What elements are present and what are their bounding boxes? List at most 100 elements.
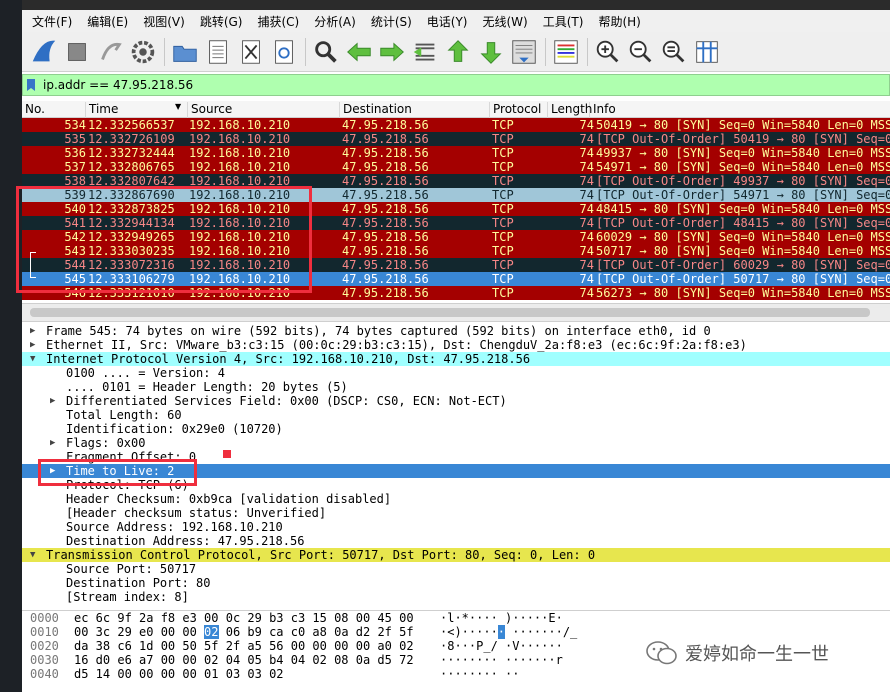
go-first-icon[interactable] (442, 36, 474, 68)
menu-item[interactable]: 捕获(C) (257, 13, 299, 30)
detail-tree-item[interactable]: ▶ Frame 545: 74 bytes on wire (592 bits),… (22, 324, 890, 338)
menu-item[interactable]: 分析(A) (314, 13, 356, 30)
detail-tree-item[interactable]: Header Checksum: 0xb9ca [validation disa… (22, 492, 890, 506)
table-row[interactable]: 536 12.332732444 192.168.10.210 47.95.218.5… (22, 146, 890, 160)
collapse-arrow-icon[interactable]: ▶ (50, 464, 55, 478)
detail-tree-item[interactable]: ▼ Transmission Control Protocol, Src Port… (22, 548, 890, 562)
bookmark-icon[interactable] (23, 75, 39, 95)
detail-tree-item[interactable]: Total Length: 60 (22, 408, 890, 422)
column-header-info[interactable]: Info (590, 102, 890, 118)
shark-fin-start-icon[interactable] (28, 36, 60, 68)
collapse-arrow-icon[interactable]: ▶ (30, 324, 35, 338)
menu-item[interactable]: 统计(S) (371, 13, 412, 30)
autoscroll-icon[interactable] (508, 36, 540, 68)
detail-tree-label: Fragment Offset: 0 (66, 450, 197, 464)
go-back-arrow-icon[interactable] (343, 36, 375, 68)
collapse-arrow-icon[interactable]: ▶ (50, 394, 55, 408)
column-header-source[interactable]: Source (188, 102, 340, 118)
detail-tree-item[interactable]: Source Port: 50717 (22, 562, 890, 576)
table-row[interactable]: 545 12.333106279 192.168.10.210 47.95.218.5… (22, 272, 890, 286)
hex-selected-byte: 02 (204, 625, 219, 639)
hex-row[interactable]: 0010 00 3c 29 e0 00 00 02 06 b9 ca c0 a8 … (22, 625, 890, 639)
menu-item[interactable]: 视图(V) (143, 13, 185, 30)
detail-tree-item[interactable]: Fragment Offset: 0 (22, 450, 890, 464)
go-last-icon[interactable] (475, 36, 507, 68)
packet-source: 192.168.10.210 (189, 132, 291, 146)
go-forward-arrow-icon[interactable] (376, 36, 408, 68)
zoom-normal-icon[interactable] (658, 36, 690, 68)
table-row[interactable]: 540 12.332873825 192.168.10.210 47.95.218.5… (22, 202, 890, 216)
resize-columns-icon[interactable] (691, 36, 723, 68)
zoom-in-icon[interactable] (592, 36, 624, 68)
scrollbar-thumb[interactable] (30, 308, 870, 317)
restart-icon[interactable] (94, 36, 126, 68)
table-row[interactable]: 537 12.332806765 192.168.10.210 47.95.218.5… (22, 160, 890, 174)
packet-info: [TCP Out-Of-Order] 50717 → 80 [SYN] Seq=… (596, 272, 890, 286)
detail-tree-item[interactable]: [Header checksum status: Unverified] (22, 506, 890, 520)
close-file-icon[interactable] (235, 36, 267, 68)
table-row[interactable]: 546 12.333121010 192.168.10.210 47.95.218.5… (22, 286, 890, 300)
detail-tree-item[interactable]: Destination Port: 80 (22, 576, 890, 590)
packet-number: 539 (64, 188, 86, 202)
table-row[interactable]: 539 12.332867690 192.168.10.210 47.95.218.5… (22, 188, 890, 202)
packet-length: 74 (579, 272, 594, 286)
detail-tree-item[interactable]: ▶ Flags: 0x00 (22, 436, 890, 450)
collapse-arrow-icon[interactable]: ▶ (50, 436, 55, 450)
detail-tree-item[interactable]: ▶ Differentiated Services Field: 0x00 (DS… (22, 394, 890, 408)
detail-tree-item[interactable]: ▼ Internet Protocol Version 4, Src: 192.1… (22, 352, 890, 366)
save-file-icon[interactable] (202, 36, 234, 68)
display-filter-input[interactable] (43, 78, 843, 92)
capture-options-gear-icon[interactable] (127, 36, 159, 68)
go-to-packet-icon[interactable] (409, 36, 441, 68)
detail-tree-item[interactable]: Protocol: TCP (6) (22, 478, 890, 492)
expand-arrow-icon[interactable]: ▼ (30, 548, 35, 562)
menu-item[interactable]: 文件(F) (32, 13, 72, 30)
detail-tree-item[interactable]: Destination Address: 47.95.218.56 (22, 534, 890, 548)
table-row[interactable]: 535 12.332726109 192.168.10.210 47.95.218.5… (22, 132, 890, 146)
column-header-time[interactable]: Time ▼ (86, 102, 188, 118)
collapse-arrow-icon[interactable]: ▶ (30, 338, 35, 352)
table-row[interactable]: 534 12.332566537 192.168.10.210 47.95.218.5… (22, 118, 890, 132)
stop-square-icon[interactable] (61, 36, 93, 68)
column-header-protocol[interactable]: Protocol (490, 102, 548, 118)
open-folder-icon[interactable] (169, 36, 201, 68)
menu-item[interactable]: 编辑(E) (87, 13, 128, 30)
find-magnifier-icon[interactable] (310, 36, 342, 68)
hex-row[interactable]: 0040 d5 14 00 00 00 00 01 03 03 02 ·······… (22, 667, 890, 681)
detail-tree-item[interactable]: ▶ Ethernet II, Src: VMware_b3:c3:15 (00:0… (22, 338, 890, 352)
table-row[interactable]: 543 12.333030235 192.168.10.210 47.95.218.5… (22, 244, 890, 258)
hex-row[interactable]: 0000 ec 6c 9f 2a f8 e3 00 0c 29 b3 c3 15 … (22, 611, 890, 625)
detail-tree-item[interactable]: ▶ Time to Live: 2 (22, 464, 890, 478)
detail-tree-label: Total Length: 60 (66, 408, 182, 422)
menu-item[interactable]: 无线(W) (483, 13, 528, 30)
menu-item[interactable]: 跳转(G) (200, 13, 243, 30)
packet-number: 542 (64, 230, 86, 244)
table-row[interactable]: 538 12.332807642 192.168.10.210 47.95.218.5… (22, 174, 890, 188)
zoom-out-icon[interactable] (625, 36, 657, 68)
table-row[interactable]: 541 12.332944134 192.168.10.210 47.95.218.5… (22, 216, 890, 230)
packet-list-horizontal-scrollbar[interactable] (22, 303, 890, 322)
column-header-length[interactable]: Length (548, 102, 592, 118)
menu-item[interactable]: 电话(Y) (427, 13, 468, 30)
packet-number: 541 (64, 216, 86, 230)
detail-tree-item[interactable]: 0100 .... = Version: 4 (22, 366, 890, 380)
column-header-destination[interactable]: Destination (340, 102, 490, 118)
packet-info: [TCP Out-Of-Order] 54971 → 80 [SYN] Seq=… (596, 188, 890, 202)
detail-tree-item[interactable]: [Stream index: 8] (22, 590, 890, 604)
detail-tree-item[interactable]: .... 0101 = Header Length: 20 bytes (5) (22, 380, 890, 394)
detail-tree-item[interactable]: Source Address: 192.168.10.210 (22, 520, 890, 534)
packet-destination: 47.95.218.56 (342, 258, 429, 272)
colorize-icon[interactable] (550, 36, 582, 68)
packet-info: 60029 → 80 [SYN] Seq=0 Win=5840 Len=0 MS… (596, 230, 890, 244)
expand-arrow-icon[interactable]: ▼ (30, 352, 35, 366)
table-row[interactable]: 544 12.333072316 192.168.10.210 47.95.218.5… (22, 258, 890, 272)
table-row[interactable]: 542 12.332949265 192.168.10.210 47.95.218.5… (22, 230, 890, 244)
column-header-no[interactable]: No. (22, 102, 86, 118)
menu-item[interactable]: 帮助(H) (598, 13, 640, 30)
packet-source: 192.168.10.210 (189, 272, 291, 286)
reload-icon[interactable] (268, 36, 300, 68)
detail-tree-label: Source Address: 192.168.10.210 (66, 520, 283, 534)
packet-protocol: TCP (492, 160, 514, 174)
menu-item[interactable]: 工具(T) (543, 13, 584, 30)
detail-tree-item[interactable]: Identification: 0x29e0 (10720) (22, 422, 890, 436)
